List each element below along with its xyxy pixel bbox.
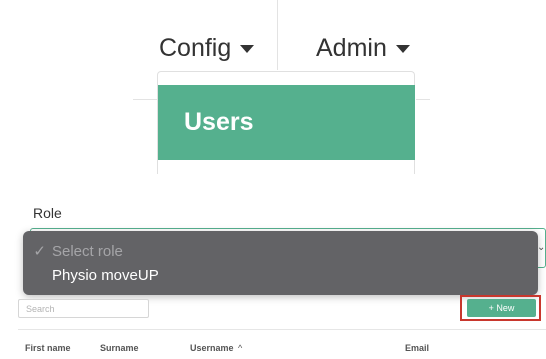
column-header-email[interactable]: Email <box>405 343 429 353</box>
nav-admin-menu[interactable]: Admin <box>316 33 410 63</box>
role-options-popup: ✓ Select role Physio moveUP <box>23 231 538 295</box>
menu-item-users[interactable]: Users <box>158 85 415 160</box>
nav-divider <box>416 99 430 100</box>
caret-down-icon <box>395 45 410 53</box>
nav-divider <box>277 0 278 70</box>
caret-down-icon <box>240 45 255 53</box>
role-label: Role <box>33 205 62 221</box>
config-dropdown-menu: Users <box>157 71 415 174</box>
column-header-surname[interactable]: Surname <box>100 343 139 353</box>
nav-config-label: Config <box>159 34 232 62</box>
new-button[interactable]: + New <box>467 299 536 317</box>
sort-up-icon: ^ <box>238 343 243 353</box>
nav-admin-label: Admin <box>316 34 387 62</box>
role-option-select-role[interactable]: ✓ Select role <box>23 240 123 262</box>
column-header-first-name[interactable]: First name <box>25 343 71 353</box>
nav-config-menu[interactable]: Config <box>159 33 255 63</box>
table-divider <box>18 329 546 330</box>
nav-divider <box>133 99 157 100</box>
role-option-label: Physio moveUP <box>52 266 159 284</box>
search-input[interactable] <box>18 299 149 318</box>
role-option-label: Select role <box>52 242 123 260</box>
checkmark-icon: ✓ <box>33 243 46 260</box>
chevron-down-icon: ⌄ <box>537 242 546 253</box>
new-button-label: + New <box>488 303 515 313</box>
menu-item-users-label: Users <box>184 108 254 136</box>
role-option-physio-moveup[interactable]: Physio moveUP <box>52 264 159 286</box>
column-header-username[interactable]: Username ^ <box>190 343 242 353</box>
